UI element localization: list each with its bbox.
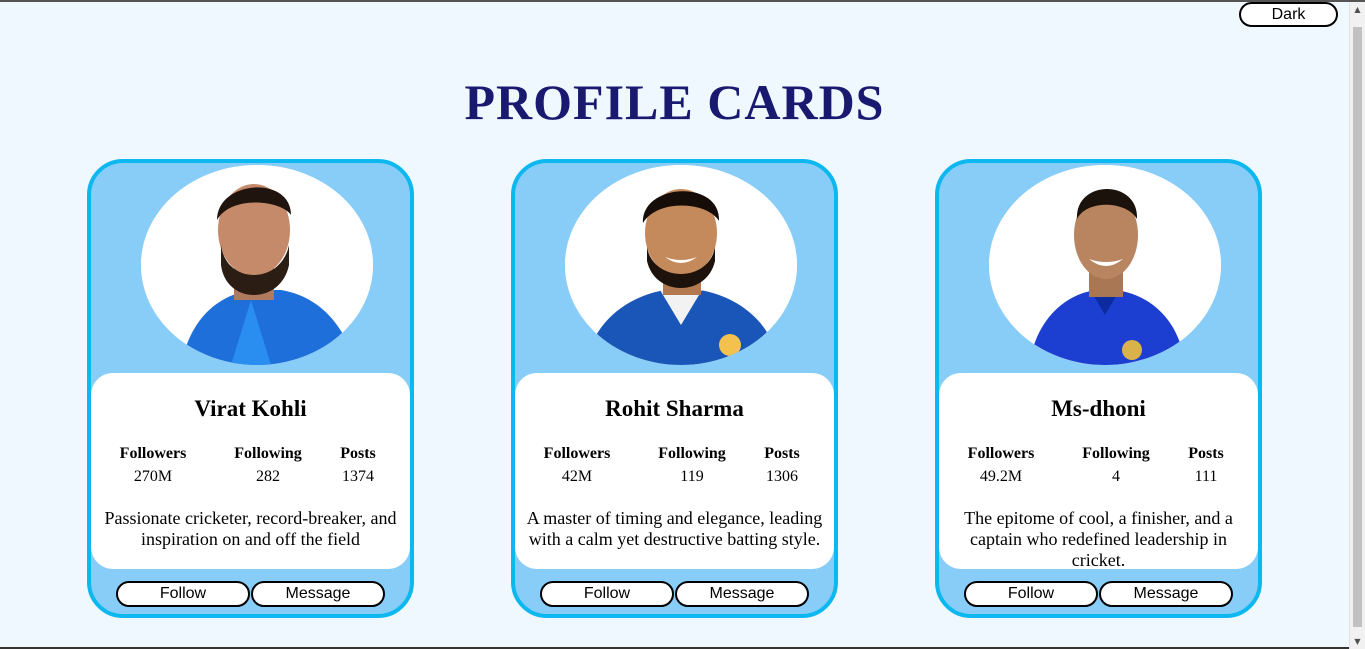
following-stat: Following 119 [652,443,732,489]
follow-button[interactable]: Follow [540,581,674,607]
profile-photo [989,165,1221,365]
followers-stat: Followers 42M [535,443,619,489]
stat-label: Posts [1188,445,1224,462]
message-button[interactable]: Message [1099,581,1233,607]
stat-value: 1306 [766,468,798,485]
vertical-scrollbar[interactable]: ▲ ▼ [1349,2,1365,649]
followers-stat: Followers 49.2M [959,443,1043,489]
stat-label: Followers [119,445,187,462]
page-title: PROFILE CARDS [464,74,885,130]
stat-value: 119 [680,468,704,485]
following-stat: Following 282 [228,443,308,489]
dark-mode-toggle-button[interactable]: Dark [1239,2,1338,27]
profile-photo [141,165,373,365]
follow-button[interactable]: Follow [964,581,1098,607]
profile-bio: The epitome of cool, a finisher, and a c… [964,508,1233,570]
stat-label: Posts [764,445,800,462]
profile-name: Rohit Sharma [605,396,744,421]
posts-stat: Posts 111 [1179,443,1233,489]
stat-value: 111 [1194,468,1218,485]
window-top-border [0,0,1365,2]
profile-bio: Passionate cricketer, record-breaker, an… [104,508,397,549]
stat-label: Followers [967,445,1035,462]
scroll-down-arrow-icon[interactable]: ▼ [1350,634,1365,649]
stat-value: 1374 [342,468,374,485]
posts-stat: Posts 1306 [755,443,809,489]
stat-value: 270M [133,468,173,485]
stat-label: Following [658,445,726,462]
profile-card: Virat Kohli Followers 270M Following 282… [87,159,414,618]
profile-photo [565,165,797,365]
following-stat: Following 4 [1076,443,1156,489]
scrollbar-thumb[interactable] [1353,27,1362,627]
profile-info-panel: Rohit Sharma Followers 42M Following 119… [515,373,834,569]
stat-value: 42M [561,468,593,485]
posts-stat: Posts 1374 [331,443,385,489]
stat-value: 282 [256,468,280,485]
stat-label: Following [234,445,302,462]
profile-name: Virat Kohli [194,396,307,421]
profile-card: Ms-dhoni Followers 49.2M Following 4 Pos… [935,159,1262,618]
followers-stat: Followers 270M [111,443,195,489]
profile-name: Ms-dhoni [1051,396,1146,421]
stat-label: Followers [543,445,611,462]
profile-info-panel: Virat Kohli Followers 270M Following 282… [91,373,410,569]
message-button[interactable]: Message [675,581,809,607]
follow-button[interactable]: Follow [116,581,250,607]
stat-label: Following [1082,445,1150,462]
stat-value: 49.2M [979,468,1023,485]
message-button[interactable]: Message [251,581,385,607]
stat-value: 4 [1112,468,1120,485]
profile-card: Rohit Sharma Followers 42M Following 119… [511,159,838,618]
profile-bio: A master of timing and elegance, leading… [526,508,823,549]
stat-label: Posts [340,445,376,462]
profile-info-panel: Ms-dhoni Followers 49.2M Following 4 Pos… [939,373,1258,570]
scroll-up-arrow-icon[interactable]: ▲ [1350,2,1365,17]
